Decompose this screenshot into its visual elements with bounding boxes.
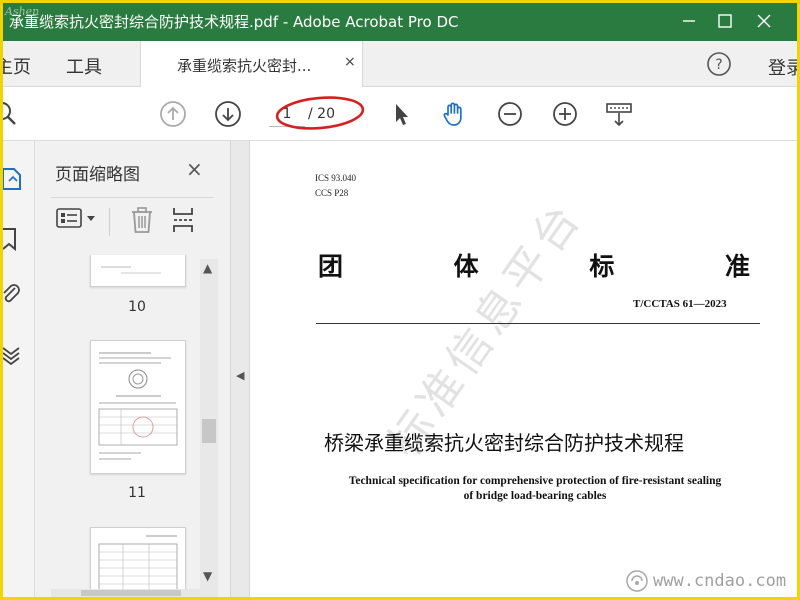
ics-code: ICS 93.040 [315, 173, 357, 183]
heading-char: 标 [589, 252, 615, 281]
toolbar: / 20 [3, 87, 797, 141]
window-title: 承重缆索抗火密封综合防护技术规程.pdf - Adobe Acrobat Pro… [9, 13, 459, 31]
document-title-chinese: 桥梁承重缆索抗火密封综合防护技术规程 [324, 431, 684, 455]
minimize-icon[interactable] [677, 9, 701, 33]
tools-menu-item[interactable]: 工具 [66, 53, 102, 79]
scroll-down-icon[interactable]: ▼ [203, 569, 212, 583]
diagonal-watermark: 标准信息平台 [379, 191, 593, 467]
heading-char: 准 [724, 252, 750, 281]
layers-icon[interactable] [3, 342, 23, 366]
highlight-ellipse [275, 96, 365, 130]
page-thumbnails-icon[interactable] [3, 167, 23, 191]
document-tab[interactable]: 承重缆索抗火密封... × [140, 41, 363, 87]
previous-page-icon[interactable] [159, 100, 187, 128]
maximize-icon[interactable] [713, 9, 737, 33]
site-watermark: www.cndao.com [653, 571, 787, 591]
thumbnails-scrollbar[interactable]: ▲ ▼ [200, 259, 218, 597]
thumbnail-page-label: 10 [128, 299, 146, 315]
page-thumbnail[interactable] [90, 255, 186, 287]
page-thumbnail-preview [101, 266, 161, 274]
panel-title: 页面缩略图 [55, 165, 140, 185]
zoom-out-icon[interactable] [496, 100, 524, 128]
page-thumbnail[interactable] [90, 527, 186, 597]
app-window: Ashen 承重缆索抗火密封综合防护技术规程.pdf - Adobe Acrob… [3, 3, 797, 597]
ccs-code: CCS P28 [315, 188, 349, 198]
scrolling-mode-icon[interactable] [605, 100, 633, 128]
heading-char: 体 [453, 252, 479, 281]
heading-char: 团 [318, 252, 344, 281]
standard-number: T/CCTAS 61—2023 [633, 298, 727, 310]
panel-splitter[interactable]: ◀ [230, 141, 250, 597]
english-title-line: Technical specification for comprehensiv… [348, 475, 722, 487]
login-link[interactable]: 登录 [768, 54, 797, 80]
standard-heading: 团 体 标 准 [318, 247, 750, 283]
attachment-icon[interactable] [3, 282, 23, 306]
left-rail [3, 141, 35, 597]
zoom-in-icon[interactable] [551, 100, 579, 128]
english-title-line: of bridge load-bearing cables [463, 490, 607, 502]
insert-page-icon[interactable] [172, 206, 198, 234]
svg-text:?: ? [715, 57, 722, 73]
document-title-english: Technical specification for comprehensiv… [310, 474, 760, 504]
home-menu-item[interactable]: 主页 [3, 53, 31, 79]
close-window-icon[interactable] [752, 9, 776, 33]
close-tab-icon[interactable]: × [344, 54, 356, 70]
page-thumbnail-preview [98, 352, 178, 460]
horizontal-scrollbar[interactable] [51, 589, 201, 597]
collapse-panel-icon[interactable]: ◀ [236, 369, 244, 382]
heading-rule [316, 323, 760, 324]
delete-page-icon[interactable] [129, 206, 155, 234]
panel-toolbar [51, 197, 214, 241]
horizontal-scrollbar-thumb[interactable] [81, 590, 181, 596]
title-bar: Ashen 承重缆索抗火密封综合防护技术规程.pdf - Adobe Acrob… [3, 3, 797, 41]
next-page-icon[interactable] [214, 100, 242, 128]
site-logo-icon [626, 570, 648, 592]
thumbnail-options-icon[interactable] [55, 206, 99, 230]
document-view[interactable]: 标准信息平台 ICS 93.040 CCS P28 团 体 标 准 T/CCTA… [250, 141, 797, 597]
thumbnail-page-label: 11 [128, 485, 146, 501]
hand-tool-icon[interactable] [440, 100, 468, 128]
scroll-up-icon[interactable]: ▲ [203, 261, 212, 275]
select-cursor-icon[interactable] [387, 100, 415, 128]
search-icon[interactable] [3, 100, 19, 128]
help-icon[interactable]: ? [706, 51, 732, 77]
close-panel-icon[interactable]: × [186, 157, 203, 181]
page-thumbnail[interactable] [90, 340, 186, 474]
thumbnails-panel: 页面缩略图 × 10 11 ▲ ▼ [35, 141, 230, 597]
scrollbar-thumb[interactable] [202, 419, 216, 443]
bookmark-icon[interactable] [3, 227, 23, 251]
menu-bar: 主页 工具 承重缆索抗火密封... × ? 登录 [3, 41, 797, 87]
document-tab-label: 承重缆索抗火密封... [177, 57, 312, 75]
page-thumbnail-preview [98, 535, 178, 595]
toolbar-divider [109, 208, 110, 236]
